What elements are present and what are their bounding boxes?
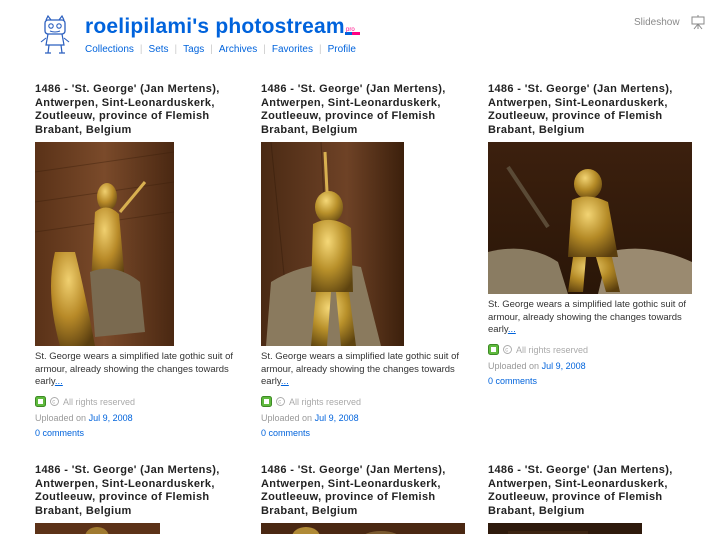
read-more-link[interactable]: ... (508, 324, 516, 335)
svg-text:c: c (52, 400, 55, 406)
comments-link[interactable]: 0 comments (488, 374, 700, 388)
photo-card: 1486 - 'St. George' (Jan Mertens), Antwe… (488, 83, 700, 388)
nav-separator: | (139, 43, 143, 55)
read-more-link[interactable]: ... (55, 376, 63, 387)
photo-card: 1486 - 'St. George' (Jan Mertens), Antwe… (488, 464, 700, 534)
nav-collections[interactable]: Collections (85, 44, 134, 55)
buddy-icon[interactable] (38, 14, 72, 56)
description-text: St. George wears a simplified late gothi… (35, 351, 234, 387)
photo-thumbnail[interactable] (488, 523, 642, 534)
comments-link[interactable]: 0 comments (35, 426, 247, 440)
header: roelipilami's photostream pro Collection… (0, 0, 718, 70)
nav-sets[interactable]: Sets (149, 44, 169, 55)
photo-thumbnail[interactable] (488, 142, 692, 294)
description-text: St. George wears a simplified late gothi… (488, 299, 687, 335)
rights-label[interactable]: All rights reserved (289, 397, 361, 407)
uploaded-label: Uploaded on (35, 412, 87, 423)
page-title[interactable]: roelipilami's photostream (85, 15, 345, 39)
photo-thumbnail[interactable] (35, 523, 160, 534)
photo-title[interactable]: 1486 - 'St. George' (Jan Mertens), Antwe… (261, 464, 473, 518)
tag-icon[interactable] (261, 396, 272, 407)
license-row: c All rights reserved (488, 343, 700, 357)
photo-title[interactable]: 1486 - 'St. George' (Jan Mertens), Antwe… (488, 464, 700, 518)
photo-card: 1486 - 'St. George' (Jan Mertens), Antwe… (261, 464, 473, 534)
rights-label[interactable]: All rights reserved (516, 345, 588, 355)
uploaded-label: Uploaded on (261, 412, 313, 423)
photo-description: St. George wears a simplified late gothi… (35, 351, 247, 389)
nav-archives[interactable]: Archives (219, 44, 257, 55)
photo-card: 1486 - 'St. George' (Jan Mertens), Antwe… (35, 464, 247, 534)
nav-tags[interactable]: Tags (183, 44, 204, 55)
pro-badge-icon[interactable]: pro (345, 24, 360, 36)
photo-title[interactable]: 1486 - 'St. George' (Jan Mertens), Antwe… (35, 83, 247, 137)
license-row: c All rights reserved (35, 395, 247, 409)
photostream-subnav: Collections | Sets | Tags | Archives | F… (85, 42, 356, 56)
tag-icon[interactable] (488, 344, 499, 355)
photostream-page: roelipilami's photostream pro Collection… (0, 0, 718, 534)
license-row: c All rights reserved (261, 395, 473, 409)
svg-text:c: c (505, 348, 508, 354)
nav-profile[interactable]: Profile (328, 44, 356, 55)
photo-thumbnail[interactable] (261, 142, 404, 346)
photo-card: 1486 - 'St. George' (Jan Mertens), Antwe… (35, 83, 247, 440)
upload-info: Uploaded on Jul 9, 2008 (488, 359, 700, 373)
svg-text:c: c (278, 400, 281, 406)
slideshow-icon[interactable] (690, 14, 706, 30)
slideshow-link[interactable]: Slideshow (634, 17, 680, 28)
rights-icon: c (50, 397, 59, 406)
description-text: St. George wears a simplified late gothi… (261, 351, 460, 387)
uploaded-label: Uploaded on (488, 360, 540, 371)
upload-date-link[interactable]: Jul 9, 2008 (315, 413, 359, 423)
rights-icon: c (503, 345, 512, 354)
photo-description: St. George wears a simplified late gothi… (261, 351, 473, 389)
read-more-link[interactable]: ... (281, 376, 289, 387)
rights-icon: c (276, 397, 285, 406)
photo-title[interactable]: 1486 - 'St. George' (Jan Mertens), Antwe… (261, 83, 473, 137)
upload-info: Uploaded on Jul 9, 2008 (35, 411, 247, 425)
photo-thumbnail[interactable] (261, 523, 465, 534)
nav-separator: | (174, 43, 178, 55)
comments-link[interactable]: 0 comments (261, 426, 473, 440)
nav-separator: | (318, 43, 322, 55)
upload-date-link[interactable]: Jul 9, 2008 (89, 413, 133, 423)
nav-favorites[interactable]: Favorites (272, 44, 313, 55)
nav-separator: | (210, 43, 213, 55)
photo-title[interactable]: 1486 - 'St. George' (Jan Mertens), Antwe… (488, 83, 700, 137)
photo-title[interactable]: 1486 - 'St. George' (Jan Mertens), Antwe… (35, 464, 247, 518)
nav-separator: | (263, 43, 266, 55)
photo-card: 1486 - 'St. George' (Jan Mertens), Antwe… (261, 83, 473, 440)
upload-info: Uploaded on Jul 9, 2008 (261, 411, 473, 425)
upload-date-link[interactable]: Jul 9, 2008 (542, 361, 586, 371)
tag-icon[interactable] (35, 396, 46, 407)
photo-thumbnail[interactable] (35, 142, 174, 346)
svg-text:pro: pro (346, 27, 355, 33)
rights-label[interactable]: All rights reserved (63, 397, 135, 407)
photo-description: St. George wears a simplified late gothi… (488, 299, 700, 337)
